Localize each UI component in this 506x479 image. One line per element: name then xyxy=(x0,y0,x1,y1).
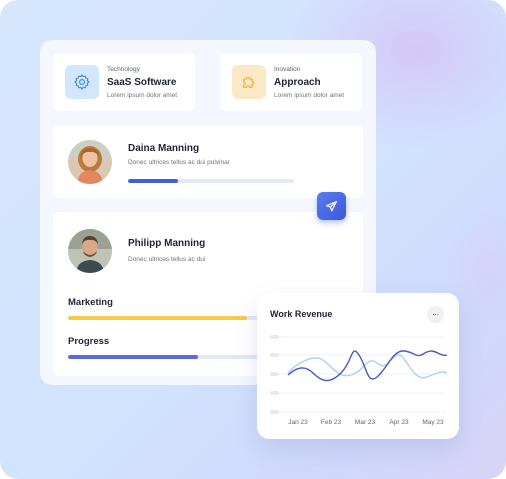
x-axis-label: Apr 23 xyxy=(389,419,409,426)
x-axis-label: Feb 23 xyxy=(320,419,342,426)
gear-icon xyxy=(74,74,90,90)
marketing-label: Marketing xyxy=(68,297,113,308)
send-button[interactable] xyxy=(317,192,346,220)
profile-progress-fill xyxy=(128,179,178,183)
card-category: Technology xyxy=(107,66,140,73)
profile-description: Donec ultrices tellus ac dui xyxy=(128,256,206,263)
marketing-progress-fill xyxy=(68,316,247,320)
card-subtitle: Lorem ipsum dolor amet xyxy=(107,92,178,99)
progress-progress-track xyxy=(68,355,278,359)
category-card-technology[interactable]: Technology SaaS Software Lorem ipsum dol… xyxy=(53,53,195,111)
card-category: Inovation xyxy=(274,66,301,73)
progress-label: Progress xyxy=(68,336,110,347)
profile-name: Daina Manning xyxy=(128,143,200,154)
x-axis-label: May 23 xyxy=(422,419,444,426)
grid-lines xyxy=(270,336,446,413)
x-axis-label: Jan 23 xyxy=(288,419,308,426)
work-revenue-card: Work Revenue ··· Jan 23 Feb 23 Mar 23 Ap… xyxy=(257,293,459,439)
icon-box xyxy=(65,65,99,99)
avatar xyxy=(68,140,112,184)
card-subtitle: Lorem ipsum dolor amet xyxy=(274,92,345,99)
revenue-chart xyxy=(270,335,448,414)
progress-progress-fill xyxy=(68,355,199,359)
y-tick-placeholders xyxy=(270,335,279,414)
card-title: SaaS Software xyxy=(107,77,177,88)
profile-progress-track xyxy=(128,179,294,183)
x-axis-label: Mar 23 xyxy=(354,419,376,426)
profile-name: Philipp Manning xyxy=(128,238,206,249)
icon-box xyxy=(232,65,266,99)
card-title: Approach xyxy=(274,77,321,88)
profile-card-daina[interactable]: Daina Manning Donec ultrices tellus ac d… xyxy=(53,125,363,198)
category-card-approach[interactable]: Inovation Approach Lorem ipsum dolor ame… xyxy=(220,53,362,111)
profile-description: Donec ultrices tellus ac dui pulvinar xyxy=(128,159,230,166)
avatar xyxy=(68,229,112,273)
puzzle-icon xyxy=(243,76,255,88)
marketing-progress-track xyxy=(68,316,278,320)
send-icon xyxy=(326,200,337,211)
